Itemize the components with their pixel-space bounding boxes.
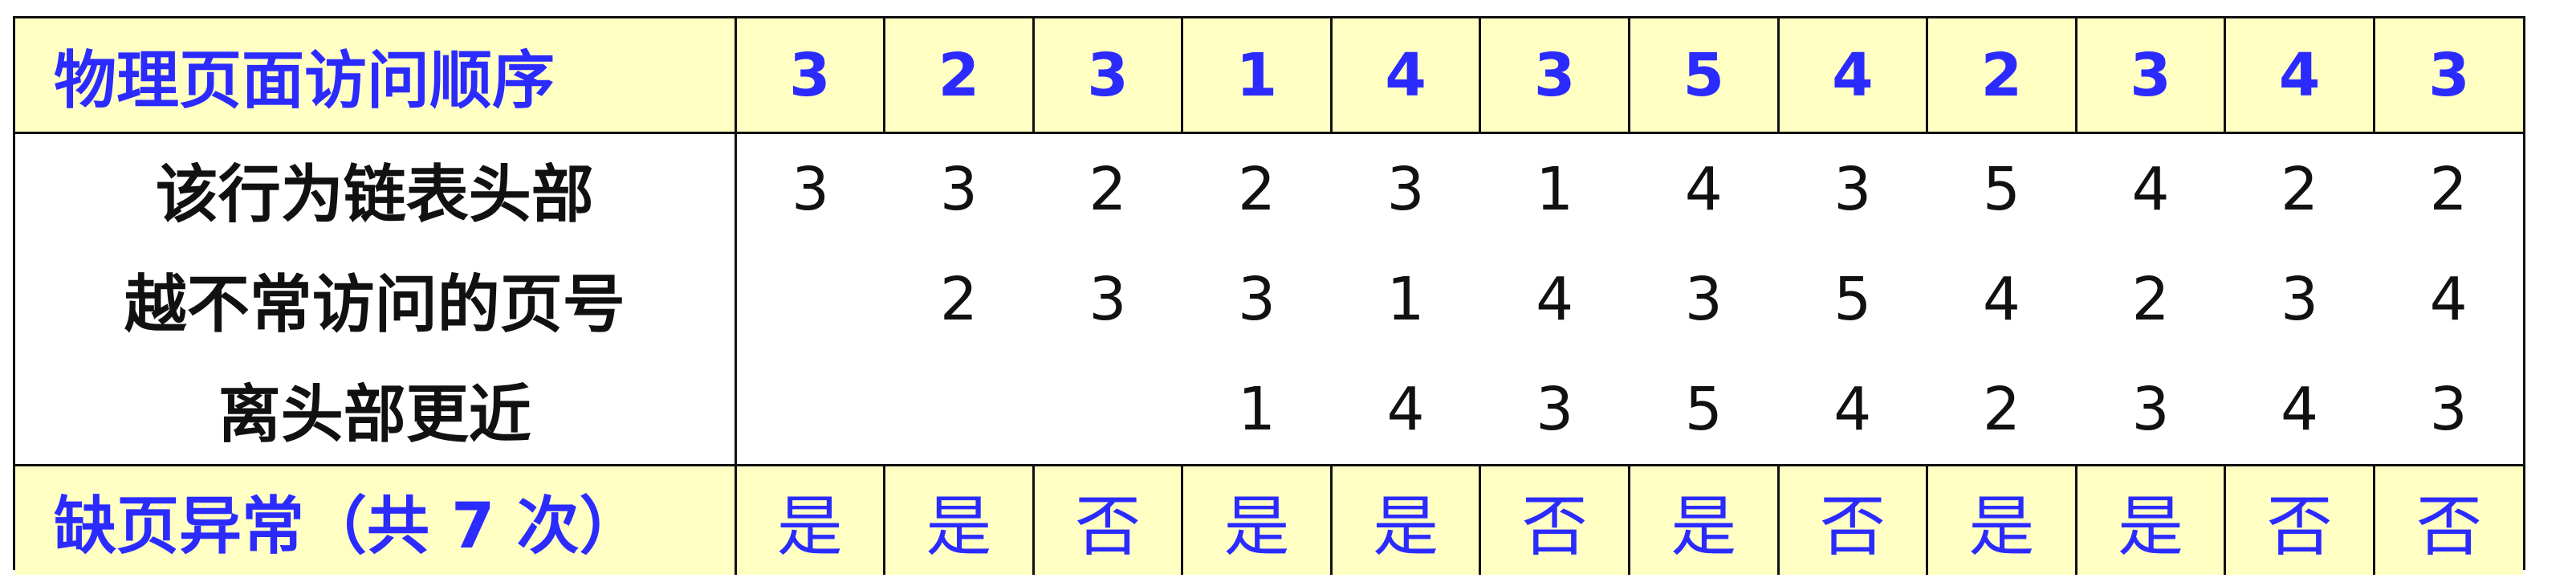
list-row-label: 越不常访问的页号	[15, 244, 737, 354]
page-fault-cell: 否	[1479, 464, 1630, 575]
access-sequence-cell: 3	[735, 18, 885, 134]
page-fault-cell: 是	[1926, 464, 2077, 575]
access-sequence-cell: 5	[1627, 18, 1779, 134]
list-cell: 3	[2131, 374, 2170, 444]
list-cell: 4	[2429, 264, 2468, 334]
list-cell: 5	[1982, 154, 2021, 224]
list-cell: 3	[1237, 264, 1276, 334]
list-cell	[1033, 354, 1182, 466]
access-sequence-cell: 4	[1329, 18, 1480, 134]
list-cell: 3	[1089, 264, 1127, 334]
page-fault-cell: 是	[1627, 464, 1779, 575]
list-cell: 4	[1536, 264, 1574, 334]
page-fault-cell: 否	[1776, 464, 1927, 575]
list-cell: 3	[939, 154, 978, 224]
list-cell: 4	[1386, 374, 1425, 444]
access-sequence-cell: 2	[883, 18, 1034, 134]
list-cell: 2	[1237, 154, 1276, 224]
list-cell	[885, 354, 1034, 466]
list-cell: 3	[1684, 264, 1723, 334]
page-fault-cell: 否	[1032, 464, 1182, 575]
access-sequence-cell: 1	[1181, 18, 1332, 134]
page-fault-cell: 是	[1181, 464, 1332, 575]
list-cell: 3	[791, 154, 830, 224]
access-sequence-label: 物理页面访问顺序	[15, 18, 737, 134]
list-cell: 2	[2131, 264, 2170, 334]
page-fault-cell: 否	[2372, 464, 2523, 575]
page-replacement-table: 物理页面访问顺序 3 2 3 1 4 3 5 4 2 3 4 3 该行为链表头部…	[15, 18, 2523, 575]
page-fault-cell: 否	[2224, 464, 2375, 575]
list-cell: 2	[1982, 374, 2021, 444]
list-cell	[735, 244, 885, 354]
page-fault-cell: 是	[1329, 464, 1480, 575]
list-cell: 2	[1089, 154, 1127, 224]
access-sequence-cell: 3	[1032, 18, 1182, 134]
access-sequence-cell: 3	[2372, 18, 2523, 134]
list-row-middle: 越不常访问的页号 2 3 3 1 4 3 5 4 2 3 4	[15, 244, 2523, 354]
access-sequence-cell: 4	[2224, 18, 2375, 134]
list-cell: 5	[1833, 264, 1872, 334]
access-sequence-cell: 4	[1776, 18, 1927, 134]
list-cell	[735, 354, 885, 466]
list-cell: 4	[2131, 154, 2170, 224]
list-cell: 5	[1684, 374, 1723, 444]
list-cell: 4	[1684, 154, 1723, 224]
list-cell: 2	[939, 264, 978, 334]
page-fault-row: 缺页异常（共 7 次） 是 是 否 是 是 否 是 否 是 是 否 否	[15, 464, 2523, 575]
list-cell: 1	[1237, 374, 1276, 444]
list-row-label: 离头部更近	[15, 354, 737, 466]
list-cell: 3	[1536, 374, 1574, 444]
page-fault-cell: 是	[735, 464, 885, 575]
list-row-head: 该行为链表头部 3 3 2 2 3 1 4 3 5 4 2 2	[15, 132, 2523, 244]
list-cell: 2	[2281, 154, 2319, 224]
list-cell: 2	[2429, 154, 2468, 224]
list-row-tail: 离头部更近 1 4 3 5 4 2 3 4 3	[15, 354, 2523, 466]
access-sequence-cell: 3	[2074, 18, 2225, 134]
access-sequence-cell: 2	[1926, 18, 2077, 134]
page-fault-cell: 是	[2074, 464, 2225, 575]
page-fault-label: 缺页异常（共 7 次）	[15, 464, 737, 575]
access-sequence-row: 物理页面访问顺序 3 2 3 1 4 3 5 4 2 3 4 3	[15, 18, 2523, 134]
list-cell: 1	[1536, 154, 1574, 224]
list-row-label: 该行为链表头部	[15, 132, 737, 244]
list-cell: 4	[1982, 264, 2021, 334]
list-cell: 4	[2281, 374, 2319, 444]
list-cell: 3	[1833, 154, 1872, 224]
list-cell: 3	[2429, 374, 2468, 444]
list-cell: 1	[1386, 264, 1425, 334]
page-replacement-table-frame: 物理页面访问顺序 3 2 3 1 4 3 5 4 2 3 4 3 该行为链表头部…	[13, 16, 2525, 575]
list-cell: 3	[1386, 154, 1425, 224]
list-cell: 4	[1833, 374, 1872, 444]
access-sequence-cell: 3	[1479, 18, 1630, 134]
list-cell: 3	[2281, 264, 2319, 334]
page-fault-cell: 是	[883, 464, 1034, 575]
